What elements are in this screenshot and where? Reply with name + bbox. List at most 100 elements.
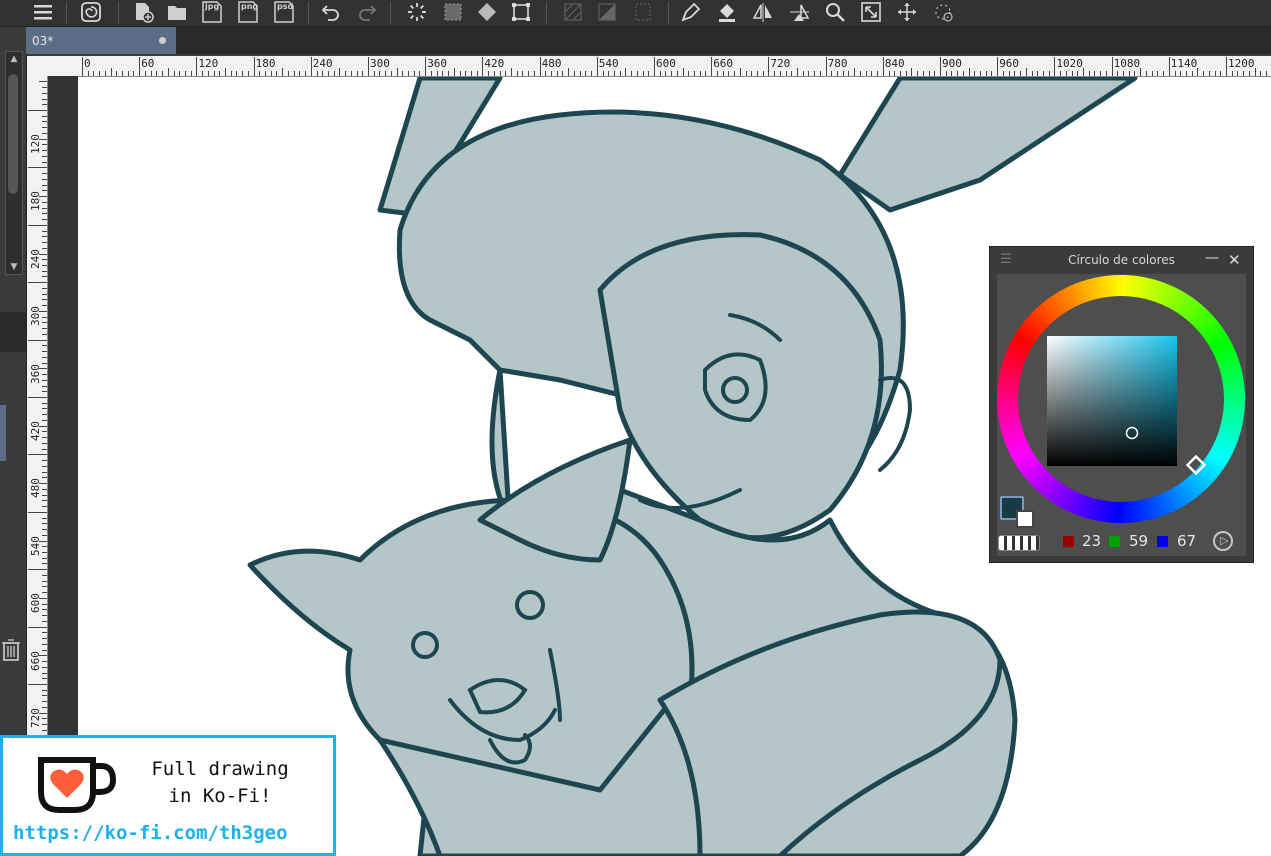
panel-scrollbar[interactable]: ▲ ▼ — [5, 51, 23, 275]
selection-frame-icon — [512, 3, 530, 21]
ruler-label: 600 — [29, 593, 42, 614]
transparent-color-button[interactable] — [998, 535, 1040, 551]
ruler-label: 720 — [770, 57, 791, 70]
dotted-square-icon — [444, 3, 462, 21]
move-button[interactable] — [894, 0, 920, 24]
ruler-label: 240 — [312, 57, 333, 70]
export-jpg-button[interactable]: jpg — [200, 0, 224, 24]
rotate-dotted-icon — [935, 4, 953, 22]
minimize-icon[interactable]: — — [1205, 245, 1219, 271]
green-swatch-icon — [1109, 536, 1120, 547]
panel-menu-icon[interactable]: ☰ — [1000, 247, 1012, 273]
clear-button[interactable] — [440, 0, 466, 24]
ruler-label: 960 — [999, 57, 1020, 70]
color-wheel-panel: ☰ Círculo de colores — ✕ 23 59 67 ▷ — [989, 246, 1254, 563]
ruler-label: 360 — [427, 57, 448, 70]
loading-button[interactable] — [404, 0, 430, 24]
tool-slot[interactable] — [0, 312, 26, 352]
fit-view-button[interactable] — [858, 0, 884, 24]
ruler-label: 1200 — [1228, 57, 1255, 70]
folder-icon — [168, 6, 186, 20]
main-toolbar: jpg png psd — [0, 0, 1271, 27]
pen-icon — [681, 2, 701, 22]
ruler-label: 600 — [656, 57, 676, 70]
rgb-readout: 23 59 67 — [1063, 532, 1223, 552]
ruler-label: 420 — [484, 57, 505, 70]
close-dot-icon[interactable] — [159, 37, 166, 44]
zoom-button[interactable] — [822, 0, 848, 24]
ruler-label: 660 — [713, 57, 734, 70]
ruler-label: 360 — [29, 363, 42, 384]
layer-selection-marker — [0, 405, 6, 461]
ruler-label: 1140 — [1170, 57, 1198, 70]
blue-swatch-icon — [1157, 536, 1168, 547]
ruler-label: 900 — [942, 57, 962, 70]
scroll-thumb[interactable] — [8, 74, 18, 194]
fill-button[interactable] — [474, 0, 500, 24]
close-icon[interactable]: ✕ — [1228, 247, 1241, 273]
file-type-label: jpg — [205, 2, 220, 11]
flip-horizontal-button[interactable] — [750, 0, 776, 24]
ruler-label: 1020 — [1056, 57, 1083, 70]
new-file-icon — [136, 3, 154, 23]
delete-button[interactable] — [0, 637, 22, 663]
undo-button[interactable] — [318, 0, 344, 24]
invert-selection-button[interactable] — [594, 0, 620, 24]
bucket-button[interactable] — [714, 0, 740, 24]
kofi-line2: in Ko-Fi! — [168, 785, 272, 807]
redo-button[interactable] — [354, 0, 380, 24]
red-swatch-icon — [1063, 536, 1074, 547]
hatched-square-icon — [564, 3, 582, 21]
new-canvas-button[interactable] — [130, 0, 156, 24]
right-ear-shape — [837, 77, 1138, 213]
magnifier-icon — [826, 3, 845, 22]
export-psd-button[interactable]: psd — [272, 0, 296, 24]
red-value: 23 — [1082, 532, 1102, 550]
deselect-button[interactable] — [560, 0, 586, 24]
sub-color-swatch[interactable] — [1016, 510, 1034, 528]
transform-button[interactable] — [508, 0, 534, 24]
undo-icon — [321, 5, 339, 21]
flip-horizontal-icon — [752, 3, 772, 22]
ruler-label: 540 — [598, 57, 619, 70]
spiral-logo-icon — [81, 2, 101, 22]
ruler-label: 480 — [29, 478, 42, 499]
redo-icon — [359, 5, 377, 21]
ruler-label: 540 — [29, 535, 42, 556]
ruler-label: 120 — [29, 134, 42, 154]
ruler-label: 780 — [827, 57, 848, 70]
file-type-label: png — [241, 2, 259, 11]
flip-vertical-button[interactable] — [786, 0, 812, 24]
ruler-label: 0 — [84, 57, 91, 70]
clip-studio-button[interactable] — [78, 0, 104, 24]
ruler-label: 1080 — [1113, 57, 1141, 70]
ruler-label: 180 — [29, 191, 42, 212]
trash-icon — [2, 639, 20, 661]
blue-value: 67 — [1177, 532, 1197, 550]
pen-button[interactable] — [678, 0, 704, 24]
file-type-label: psd — [277, 2, 294, 11]
chevron-up-icon[interactable]: ▲ — [6, 52, 22, 66]
selection-button[interactable] — [630, 0, 656, 24]
chevron-down-icon[interactable]: ▼ — [6, 260, 22, 274]
ruler-label: 180 — [255, 57, 276, 70]
bucket-icon — [719, 4, 735, 22]
export-png-button[interactable]: png — [236, 0, 260, 24]
expand-icon — [861, 2, 881, 22]
rotate-button[interactable] — [930, 0, 956, 24]
menu-button[interactable] — [30, 0, 56, 24]
play-circle-icon[interactable]: ▷ — [1213, 531, 1233, 551]
green-value: 59 — [1129, 532, 1149, 550]
hue-ring[interactable] — [997, 274, 1246, 526]
open-button[interactable] — [164, 0, 190, 24]
ruler-label: 420 — [29, 421, 42, 441]
ruler-label: 840 — [884, 57, 905, 70]
tab-document[interactable]: 03* — [26, 27, 176, 54]
panel-title-bar[interactable]: ☰ Círculo de colores — ✕ — [990, 247, 1253, 273]
hamburger-icon — [34, 5, 52, 20]
panel-title: Círculo de colores — [1068, 253, 1175, 267]
kofi-promo-box[interactable]: Full drawing in Ko-Fi! https://ko-fi.com… — [0, 735, 336, 856]
half-square-icon — [598, 3, 616, 21]
kofi-link[interactable]: https://ko-fi.com/th3geo — [13, 822, 288, 844]
horizontal-ruler: 0 60 120 180 240 300 360 420 480 540 600 660 720 780 8… — [27, 56, 1271, 77]
